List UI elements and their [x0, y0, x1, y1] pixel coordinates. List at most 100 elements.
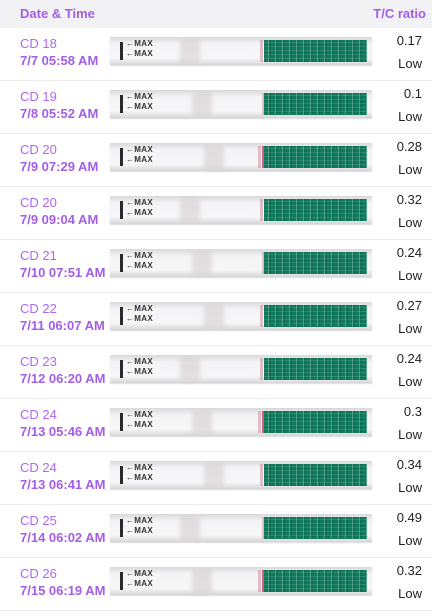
cycle-day-label: CD 18	[20, 36, 57, 51]
strip-handle-mark	[120, 307, 123, 325]
dye-pad	[264, 570, 367, 592]
max-arrow-label: ←MAX	[126, 49, 153, 58]
cycle-day-label: CD 20	[20, 142, 57, 157]
test-result-row[interactable]: CD 24 7/13 05:46 AM ←MAX ←MAX 0.3 Low	[0, 399, 432, 452]
test-datetime: 7/13 05:46 AM	[20, 424, 106, 439]
test-line	[260, 464, 263, 486]
test-result-row[interactable]: CD 23 7/12 06:20 AM ←MAX ←MAX 0.24 Low	[0, 346, 432, 399]
tc-ratio-value: 0.34	[396, 457, 422, 472]
test-result-row[interactable]: CD 26 7/15 06:19 AM ←MAX ←MAX 0.32 Low	[0, 558, 432, 611]
test-result-row[interactable]: CD 20 7/9 07:29 AM ←MAX ←MAX 0.28 Low	[0, 134, 432, 187]
dye-pad	[264, 464, 367, 486]
tc-ratio-value: 0.1	[403, 86, 422, 101]
strip-smudge	[204, 146, 224, 168]
max-arrow-label: ←MAX	[126, 463, 153, 472]
strip-handle-mark	[120, 201, 123, 219]
max-arrow-label: ←MAX	[126, 420, 153, 429]
max-arrow-label: ←MAX	[126, 367, 153, 376]
tc-ratio-value: 0.3	[403, 404, 422, 419]
max-arrow-label: ←MAX	[126, 39, 153, 48]
dye-pad	[264, 146, 367, 168]
ratio-status: Low	[398, 162, 422, 177]
strip-smudge	[180, 517, 200, 539]
strip-smudge	[180, 358, 200, 380]
dye-pad	[264, 411, 367, 433]
cycle-day-label: CD 21	[20, 248, 57, 263]
test-line	[260, 305, 263, 327]
cycle-day-label: CD 19	[20, 89, 57, 104]
test-line	[260, 358, 263, 380]
test-line	[258, 570, 261, 592]
test-strip-image: ←MAX ←MAX	[110, 567, 372, 595]
test-result-row[interactable]: CD 19 7/8 05:52 AM ←MAX ←MAX 0.1 Low	[0, 81, 432, 134]
max-arrow-label: ←MAX	[126, 314, 153, 323]
max-arrow-label: ←MAX	[126, 155, 153, 164]
test-line	[258, 411, 261, 433]
ratio-status: Low	[398, 374, 422, 389]
strip-smudge	[180, 40, 200, 62]
cycle-day-label: CD 20	[20, 195, 57, 210]
strip-smudge	[192, 93, 212, 115]
test-strip-image: ←MAX ←MAX	[110, 143, 372, 171]
max-arrow-label: ←MAX	[126, 516, 153, 525]
cycle-day-label: CD 23	[20, 354, 57, 369]
test-strip-image: ←MAX ←MAX	[110, 90, 372, 118]
max-arrow-label: ←MAX	[126, 579, 153, 588]
dye-pad	[264, 93, 367, 115]
tc-ratio-value: 0.49	[396, 510, 422, 525]
test-strip-image: ←MAX ←MAX	[110, 196, 372, 224]
max-arrow-label: ←MAX	[126, 357, 153, 366]
strip-handle-mark	[120, 360, 123, 378]
test-strip-image: ←MAX ←MAX	[110, 408, 372, 436]
test-line	[258, 146, 261, 168]
max-arrow-label: ←MAX	[126, 198, 153, 207]
max-arrow-label: ←MAX	[126, 208, 153, 217]
test-datetime: 7/8 05:52 AM	[20, 106, 99, 121]
cycle-day-label: CD 25	[20, 513, 57, 528]
cycle-day-label: CD 24	[20, 460, 57, 475]
max-arrow-label: ←MAX	[126, 526, 153, 535]
tc-ratio-value: 0.27	[396, 298, 422, 313]
tc-ratio-value: 0.24	[396, 245, 422, 260]
cycle-day-label: CD 26	[20, 566, 57, 581]
tc-ratio-value: 0.17	[396, 33, 422, 48]
ratio-status: Low	[398, 215, 422, 230]
tc-ratio-header: T/C ratio	[373, 6, 426, 21]
test-result-row[interactable]: CD 21 7/10 07:51 AM ←MAX ←MAX 0.24 Low	[0, 240, 432, 293]
strip-handle-mark	[120, 572, 123, 590]
test-result-row[interactable]: CD 24 7/13 06:41 AM ←MAX ←MAX 0.34 Low	[0, 452, 432, 505]
test-result-row[interactable]: CD 22 7/11 06:07 AM ←MAX ←MAX 0.27 Low	[0, 293, 432, 346]
strip-smudge	[204, 305, 224, 327]
dye-pad	[264, 305, 367, 327]
test-strip-image: ←MAX ←MAX	[110, 514, 372, 542]
test-result-row[interactable]: CD 20 7/9 09:04 AM ←MAX ←MAX 0.32 Low	[0, 187, 432, 240]
max-arrow-label: ←MAX	[126, 145, 153, 154]
test-result-row[interactable]: CD 18 7/7 05:58 AM ←MAX ←MAX 0.17 Low	[0, 28, 432, 81]
test-datetime: 7/7 05:58 AM	[20, 53, 99, 68]
ratio-status: Low	[398, 586, 422, 601]
test-datetime: 7/11 06:07 AM	[20, 318, 105, 333]
test-line	[260, 199, 263, 221]
strip-handle-mark	[120, 413, 123, 431]
test-datetime: 7/14 06:02 AM	[20, 530, 106, 545]
strip-smudge	[192, 570, 212, 592]
test-strip-image: ←MAX ←MAX	[110, 355, 372, 383]
max-arrow-label: ←MAX	[126, 410, 153, 419]
ratio-status: Low	[398, 533, 422, 548]
test-strip-image: ←MAX ←MAX	[110, 249, 372, 277]
max-arrow-label: ←MAX	[126, 251, 153, 260]
test-datetime: 7/15 06:19 AM	[20, 583, 106, 598]
ratio-status: Low	[398, 480, 422, 495]
strip-handle-mark	[120, 466, 123, 484]
test-result-row[interactable]: CD 25 7/14 06:02 AM ←MAX ←MAX 0.49 Low	[0, 505, 432, 558]
strip-handle-mark	[120, 254, 123, 272]
test-datetime: 7/13 06:41 AM	[20, 477, 106, 492]
max-arrow-label: ←MAX	[126, 473, 153, 482]
max-arrow-label: ←MAX	[126, 102, 153, 111]
test-datetime: 7/9 09:04 AM	[20, 212, 99, 227]
strip-smudge	[192, 252, 212, 274]
date-time-header: Date & Time	[20, 6, 95, 21]
test-strip-image: ←MAX ←MAX	[110, 37, 372, 65]
max-arrow-label: ←MAX	[126, 261, 153, 270]
test-line	[260, 40, 263, 62]
